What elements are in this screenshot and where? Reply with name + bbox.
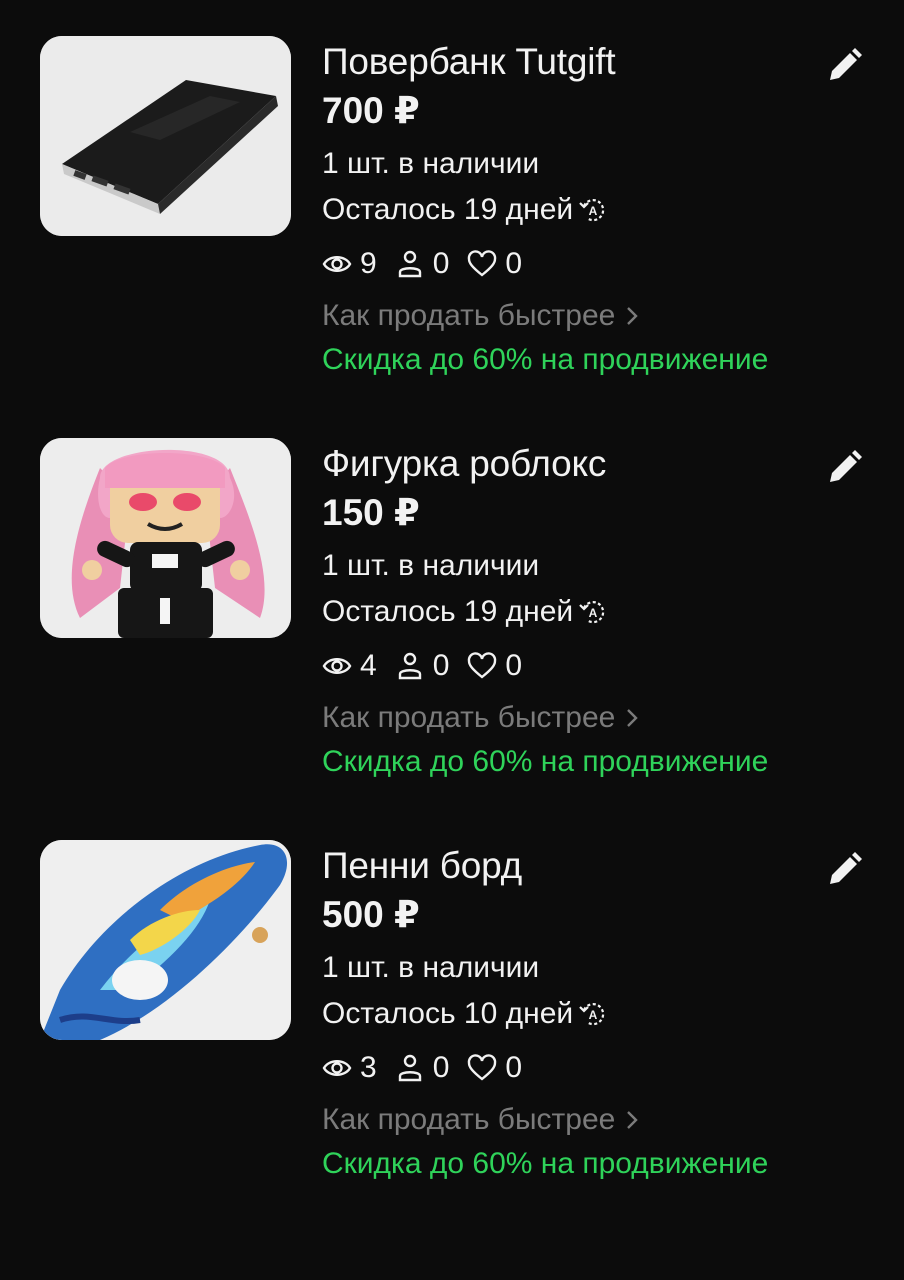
contacts-stat: 0 bbox=[395, 648, 450, 684]
listing-remaining: Осталось 19 дней A bbox=[322, 594, 842, 630]
how-to-sell-text: Как продать быстрее bbox=[322, 1103, 616, 1136]
favorites-stat: 0 bbox=[467, 648, 522, 684]
heart-icon bbox=[468, 652, 497, 679]
svg-text:A: A bbox=[589, 204, 598, 218]
listing-photo-penny-board[interactable] bbox=[40, 840, 291, 1040]
listing-remaining: Осталось 10 дней A bbox=[322, 996, 842, 1032]
heart-icon bbox=[468, 250, 497, 277]
remaining-text: Осталось 19 дней bbox=[322, 595, 574, 628]
chevron-right-icon bbox=[627, 709, 639, 727]
svg-text:A: A bbox=[589, 1008, 598, 1022]
chevron-right-icon bbox=[627, 307, 639, 325]
how-to-sell-link[interactable]: Как продать быстрее bbox=[322, 700, 842, 736]
views-stat: 3 bbox=[322, 1050, 377, 1086]
penny-board-image bbox=[40, 840, 291, 1040]
favorites-count: 0 bbox=[505, 1051, 523, 1084]
eye-icon bbox=[322, 1060, 352, 1076]
listing-stats: 4 0 0 bbox=[322, 648, 842, 684]
auto-renew-icon: A bbox=[579, 601, 605, 624]
svg-text:A: A bbox=[589, 606, 598, 620]
eye-icon bbox=[322, 256, 352, 272]
auto-renew-icon: A bbox=[579, 1003, 605, 1026]
power-bank-image bbox=[40, 36, 291, 236]
remaining-text: Осталось 10 дней bbox=[322, 997, 574, 1030]
views-count: 4 bbox=[360, 649, 377, 682]
person-icon bbox=[398, 652, 421, 680]
edit-pencil-icon[interactable] bbox=[824, 850, 864, 890]
listing-title[interactable]: Фигурка роблокс bbox=[322, 442, 842, 486]
contacts-stat: 0 bbox=[395, 246, 450, 282]
remaining-text: Осталось 19 дней bbox=[322, 193, 574, 226]
listing-price: 150 ₽ bbox=[322, 492, 420, 533]
favorites-stat: 0 bbox=[467, 246, 522, 282]
how-to-sell-link[interactable]: Как продать быстрее bbox=[322, 1102, 842, 1138]
listing-card[interactable]: Повербанк Tutgift 700 ₽ 1 шт. в наличии … bbox=[0, 34, 904, 394]
how-to-sell-text: Как продать быстрее bbox=[322, 701, 616, 734]
listing-stats: 3 0 0 bbox=[322, 1050, 842, 1086]
listing-stats: 9 0 0 bbox=[322, 246, 842, 282]
listing-photo-roblox-figure[interactable] bbox=[40, 438, 291, 638]
edit-pencil-icon[interactable] bbox=[824, 46, 864, 86]
listing-title[interactable]: Повербанк Tutgift bbox=[322, 40, 842, 84]
listing-remaining: Осталось 19 дней A bbox=[322, 192, 842, 228]
listing-photo-power-bank[interactable] bbox=[40, 36, 291, 236]
listing-stock: 1 шт. в наличии bbox=[322, 549, 540, 582]
roblox-figure-image bbox=[40, 438, 291, 638]
listings-list: Повербанк Tutgift 700 ₽ 1 шт. в наличии … bbox=[0, 0, 904, 1280]
chevron-right-icon bbox=[627, 1111, 639, 1129]
person-icon bbox=[398, 250, 421, 278]
heart-icon bbox=[468, 1054, 497, 1081]
listing-info: Повербанк Tutgift 700 ₽ 1 шт. в наличии … bbox=[322, 34, 842, 378]
person-icon bbox=[398, 1054, 421, 1082]
listing-stock: 1 шт. в наличии bbox=[322, 951, 540, 984]
listing-info: Фигурка роблокс 150 ₽ 1 шт. в наличии Ос… bbox=[322, 436, 842, 780]
promo-discount-link[interactable]: Скидка до 60% на продвижение bbox=[322, 744, 842, 780]
favorites-stat: 0 bbox=[467, 1050, 522, 1086]
favorites-count: 0 bbox=[505, 649, 523, 682]
eye-icon bbox=[322, 658, 352, 674]
listing-card[interactable]: Пенни борд 500 ₽ 1 шт. в наличии Осталос… bbox=[0, 838, 904, 1198]
contacts-count: 0 bbox=[432, 1051, 450, 1084]
contacts-count: 0 bbox=[432, 649, 450, 682]
listing-info: Пенни борд 500 ₽ 1 шт. в наличии Осталос… bbox=[322, 838, 842, 1182]
contacts-count: 0 bbox=[432, 247, 450, 280]
favorites-count: 0 bbox=[505, 247, 523, 280]
promo-discount-link[interactable]: Скидка до 60% на продвижение bbox=[322, 1146, 842, 1182]
edit-pencil-icon[interactable] bbox=[824, 448, 864, 488]
how-to-sell-text: Как продать быстрее bbox=[322, 299, 616, 332]
contacts-stat: 0 bbox=[395, 1050, 450, 1086]
views-count: 3 bbox=[360, 1051, 377, 1084]
auto-renew-icon: A bbox=[579, 199, 605, 222]
listing-price: 500 ₽ bbox=[322, 894, 420, 935]
views-count: 9 bbox=[360, 247, 377, 280]
promo-discount-link[interactable]: Скидка до 60% на продвижение bbox=[322, 342, 842, 378]
listing-card[interactable]: Фигурка роблокс 150 ₽ 1 шт. в наличии Ос… bbox=[0, 436, 904, 796]
how-to-sell-link[interactable]: Как продать быстрее bbox=[322, 298, 842, 334]
listing-stock: 1 шт. в наличии bbox=[322, 147, 540, 180]
views-stat: 9 bbox=[322, 246, 377, 282]
listing-title[interactable]: Пенни борд bbox=[322, 844, 842, 888]
listing-price: 700 ₽ bbox=[322, 90, 420, 131]
views-stat: 4 bbox=[322, 648, 377, 684]
